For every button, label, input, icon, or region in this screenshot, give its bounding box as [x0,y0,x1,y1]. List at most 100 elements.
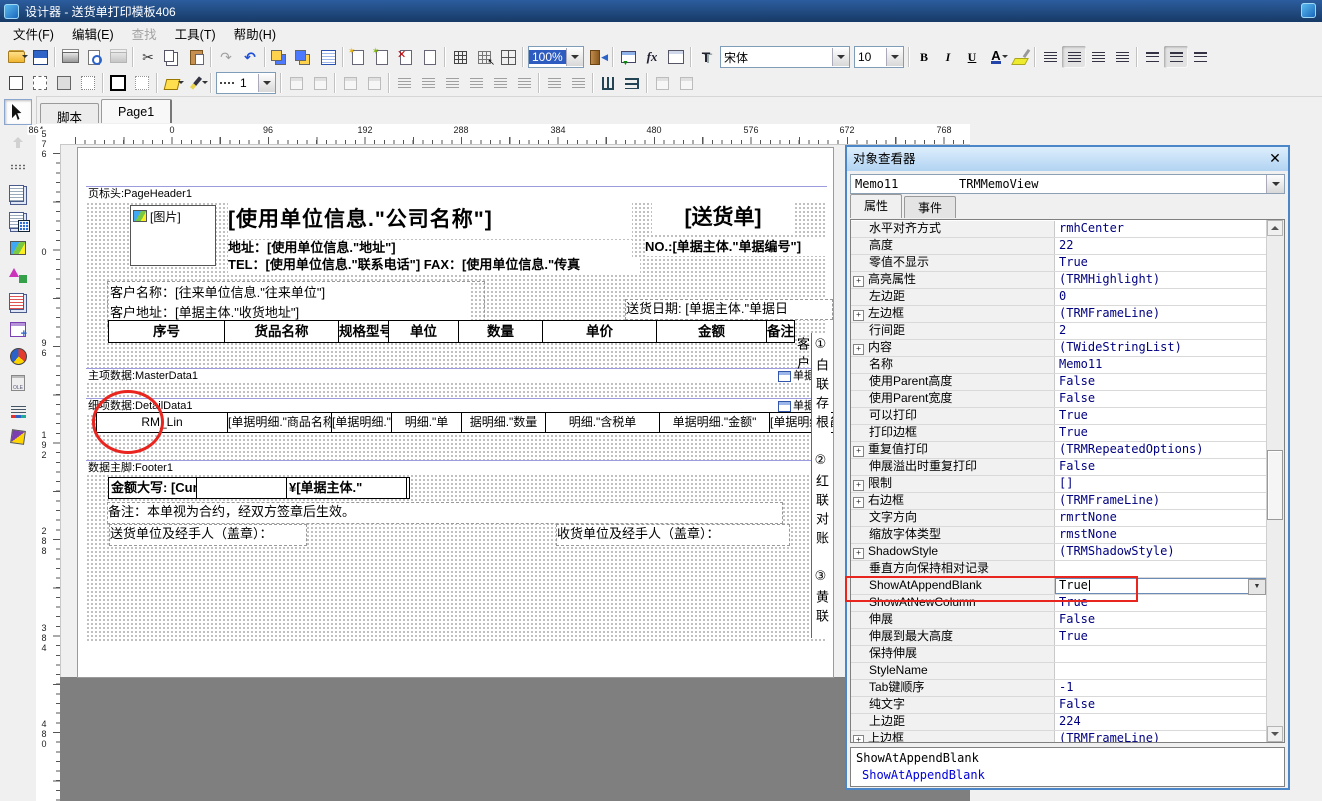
page-tab[interactable]: Page1 [101,99,172,123]
same-height-button[interactable] [620,72,644,94]
align-left-button[interactable] [1038,46,1062,68]
amount-cell[interactable] [197,478,287,498]
property-row[interactable]: 使用Parent宽度 False [851,391,1267,408]
amount-cell[interactable]: ¥[单据主体." [287,478,407,498]
column-header-cell[interactable]: 规格型号 [339,321,389,342]
property-row[interactable]: StyleName [851,663,1267,680]
close-icon[interactable]: ✕ [1266,150,1284,168]
tab-properties[interactable]: 属性 [850,194,902,218]
band-detail-data[interactable]: 细项数据:DetailData1 [86,398,827,413]
nudge-down-button[interactable] [674,72,698,94]
dashed-section-tool-button[interactable] [5,155,31,179]
property-row[interactable]: 伸展到最大高度 True [851,629,1267,646]
copies-vertical-memo[interactable]: ①白联存根 ②红联对账 ③黄联客户 [811,333,831,638]
property-row[interactable]: 右边框 (TRMFrameLine) [851,493,1267,510]
frame-shaded-button[interactable] [52,72,76,94]
select-tool-button[interactable] [4,99,32,125]
property-row[interactable]: 高度 22 [851,238,1267,255]
italic-button[interactable]: I [936,46,960,68]
detail-field-cell[interactable]: 明细."单 [392,413,462,432]
property-value[interactable]: (TRMShadowStyle) [1055,544,1267,560]
property-value[interactable]: True [1055,425,1267,441]
property-value[interactable]: False [1055,374,1267,390]
delete-page-button[interactable] [394,46,418,68]
property-value[interactable]: True [1055,629,1267,645]
menu-item[interactable]: 文件(F) [4,22,63,45]
chevron-down-icon[interactable] [832,48,849,66]
property-value[interactable]: (TRMFrameLine) [1055,493,1267,509]
align-right-edges-button[interactable] [440,72,464,94]
valign-top-button[interactable] [1140,46,1164,68]
line-width-combo[interactable]: 1 [216,72,276,94]
property-value[interactable] [1055,561,1267,577]
property-row[interactable]: 零值不显示 True [851,255,1267,272]
form-button[interactable] [664,46,688,68]
page-tab[interactable]: 脚本 [40,103,99,123]
property-row[interactable]: 文字方向 rmrtNone [851,510,1267,527]
redo-button[interactable] [214,46,238,68]
column-header-cell[interactable]: 单位 [389,321,459,342]
property-row[interactable]: 水平对齐方式 rmhCenter [851,221,1267,238]
bring-to-front-button[interactable] [268,46,292,68]
delivery-date-memo[interactable]: 送货日期: [单据主体."单据日 [625,299,833,320]
amount-cell[interactable]: 金额大写: [CurrToBigNum([RMRound([单据主体."应收应付 [109,478,197,498]
property-value[interactable]: 22 [1055,238,1267,254]
new-page-button[interactable] [370,46,394,68]
property-row[interactable]: 上边框 (TRMFrameLine) [851,731,1267,743]
fill-color-button[interactable] [160,72,184,94]
menu-item[interactable]: 编辑(E) [63,22,123,45]
property-grid-scrollbar[interactable] [1266,220,1284,742]
property-row[interactable]: 高亮属性 (TRMHighlight) [851,272,1267,289]
center-horizontal-button[interactable] [542,72,566,94]
sender-sign-memo[interactable]: 送货单位及经手人（盖章）： [109,524,307,546]
property-value[interactable]: (TRMFrameLine) [1055,306,1267,322]
align-left-edges-button[interactable] [392,72,416,94]
property-row[interactable]: 左边距 0 [851,289,1267,306]
property-value[interactable] [1055,663,1267,679]
size-shrink-button[interactable] [362,72,386,94]
property-value[interactable]: rmstNone [1055,527,1267,543]
underline-button[interactable]: U [960,46,984,68]
property-value[interactable]: (TWideStringList) [1055,340,1267,356]
font-color-button[interactable] [984,46,1008,68]
property-value[interactable] [1055,646,1267,662]
property-row[interactable]: ShadowStyle (TRMShadowStyle) [851,544,1267,561]
align-tops-button[interactable] [464,72,488,94]
property-row[interactable]: 纯文字 False [851,697,1267,714]
menu-item[interactable]: 帮助(H) [225,22,285,45]
property-row[interactable]: 使用Parent高度 False [851,374,1267,391]
property-row[interactable]: 可以打印 True [851,408,1267,425]
property-value[interactable]: (TRMFrameLine) [1055,731,1267,743]
scroll-up-icon[interactable] [1267,220,1283,236]
property-value[interactable]: 224 [1055,714,1267,730]
valign-middle-button[interactable] [1164,46,1188,68]
customer-name-memo[interactable]: 客户名称：[往来单位信息."往来单位"] [110,283,470,303]
shape-tool-button[interactable] [5,263,31,287]
property-row[interactable]: 名称 Memo11 [851,357,1267,374]
property-row[interactable]: 伸展 False [851,612,1267,629]
blank-page-button[interactable] [418,46,442,68]
expression-button[interactable] [640,46,664,68]
align-bottoms-button[interactable] [512,72,536,94]
font-name-label-button[interactable] [694,46,718,68]
property-value[interactable]: [] [1055,476,1267,492]
save-button[interactable] [28,46,52,68]
exit-designer-button[interactable] [586,46,610,68]
size-grow-button[interactable] [338,72,362,94]
frame-boxes-button[interactable] [4,72,28,94]
property-row[interactable]: 保持伸展 [851,646,1267,663]
subreport-tool-button[interactable] [5,317,31,341]
frame-grid-button[interactable] [28,72,52,94]
data-fields-button[interactable] [616,46,640,68]
property-value[interactable]: False [1055,697,1267,713]
same-width-button[interactable] [596,72,620,94]
property-row[interactable]: 内容 (TWideStringList) [851,340,1267,357]
print-preview-button[interactable] [82,46,106,68]
text-block-button[interactable] [316,46,340,68]
property-value[interactable]: 0 [1055,289,1267,305]
zoom-combo[interactable]: 100% [528,46,584,68]
property-row[interactable]: 打印边框 True [851,425,1267,442]
chevron-down-icon[interactable] [258,74,275,92]
detail-field-cell[interactable]: [单据明细."规格 [332,413,392,432]
new-report-button[interactable] [346,46,370,68]
